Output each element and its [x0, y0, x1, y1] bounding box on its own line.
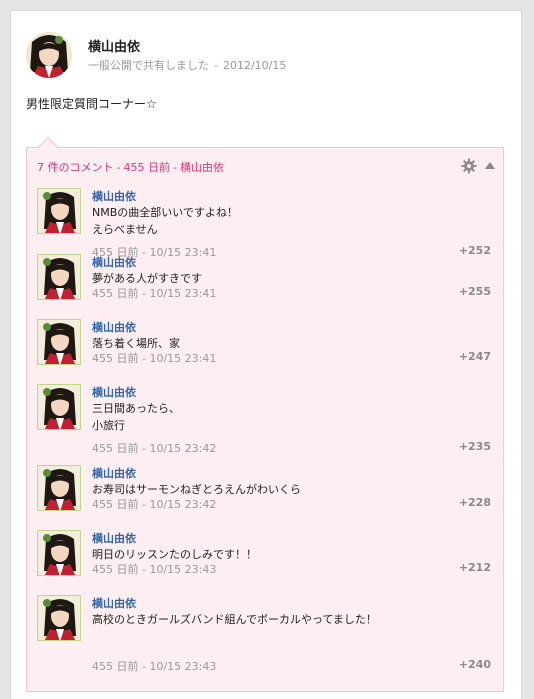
- author-name[interactable]: 横山由依: [88, 36, 140, 55]
- comments-section: 7 件のコメント -455 日前 - 横山由依 横山由依 NMBの曲全部いいですよね！え…: [26, 147, 504, 692]
- comments-age: 455 日前: [123, 161, 170, 174]
- commenter-name[interactable]: 横山由依: [92, 188, 136, 204]
- comment-timestamp[interactable]: 455 日前 - 10/15 23:41: [92, 350, 216, 366]
- commenter-name[interactable]: 横山由依: [92, 465, 136, 481]
- post-meta: 一般公開で共有しました -2012/10/15: [88, 57, 286, 73]
- comment-text-line: 小旅行: [92, 419, 125, 432]
- commenter-avatar[interactable]: [37, 254, 81, 300]
- plus-one-count[interactable]: +212: [459, 561, 491, 574]
- plus-one-count[interactable]: +247: [459, 350, 491, 363]
- visibility-label[interactable]: 一般公開で共有しました: [88, 59, 209, 72]
- author-avatar[interactable]: [26, 32, 72, 78]
- commenter-avatar[interactable]: [37, 319, 81, 365]
- commenter-name[interactable]: 横山由依: [92, 595, 136, 611]
- comment-timestamp[interactable]: 455 日前 - 10/15 23:43: [92, 658, 216, 674]
- comment-text-line: NMBの曲全部いいですよね！: [92, 206, 238, 219]
- comment-timestamp[interactable]: 455 日前 - 10/15 23:41: [92, 285, 216, 301]
- plus-one-count[interactable]: +255: [459, 285, 491, 298]
- commenter-avatar[interactable]: [37, 465, 81, 511]
- plus-one-count[interactable]: +235: [459, 440, 491, 453]
- commenter-avatar[interactable]: [37, 530, 81, 576]
- meta-separator: -: [214, 59, 218, 72]
- comment-timestamp[interactable]: 455 日前 - 10/15 23:42: [92, 440, 216, 456]
- comment-text-line: 三日間あったら、: [92, 402, 180, 415]
- comment-count: 7 件のコメント: [37, 161, 114, 174]
- gear-icon[interactable]: [461, 158, 477, 174]
- post-date[interactable]: 2012/10/15: [223, 59, 286, 72]
- header-dash: -: [172, 161, 177, 174]
- collapse-icon[interactable]: [485, 162, 495, 169]
- commenter-name[interactable]: 横山由依: [92, 384, 136, 400]
- plus-one-count[interactable]: +252: [459, 244, 491, 257]
- post-card: 横山由依 一般公開で共有しました -2012/10/15 男性限定質問コーナー☆ …: [10, 10, 522, 699]
- comment-text-line: えらべません: [92, 223, 158, 236]
- comment-text-line: 高校のときガールズバンド組んでボーカルやってました！: [92, 613, 377, 626]
- comment-text: NMBの曲全部いいですよね！ えらべません: [92, 204, 452, 238]
- commenter-avatar[interactable]: [37, 188, 81, 234]
- comment-timestamp[interactable]: 455 日前 - 10/15 23:42: [92, 496, 216, 512]
- commenter-avatar[interactable]: [37, 595, 81, 641]
- comments-header-author: 横山由依: [179, 161, 224, 174]
- comment-timestamp[interactable]: 455 日前 - 10/15 23:43: [92, 561, 216, 577]
- commenter-name[interactable]: 横山由依: [92, 319, 136, 335]
- comment-text: 高校のときガールズバンド組んでボーカルやってました！: [92, 611, 452, 628]
- post-text: 男性限定質問コーナー☆: [26, 97, 157, 111]
- plus-one-count[interactable]: +228: [459, 496, 491, 509]
- comment-text: 三日間あったら、 小旅行: [92, 400, 452, 434]
- comments-header[interactable]: 7 件のコメント -455 日前 - 横山由依: [37, 159, 224, 175]
- header-dash: -: [116, 161, 121, 174]
- commenter-name[interactable]: 横山由依: [92, 530, 136, 546]
- commenter-avatar[interactable]: [37, 384, 81, 430]
- plus-one-count[interactable]: +240: [459, 658, 491, 671]
- commenter-name[interactable]: 横山由依: [92, 254, 136, 270]
